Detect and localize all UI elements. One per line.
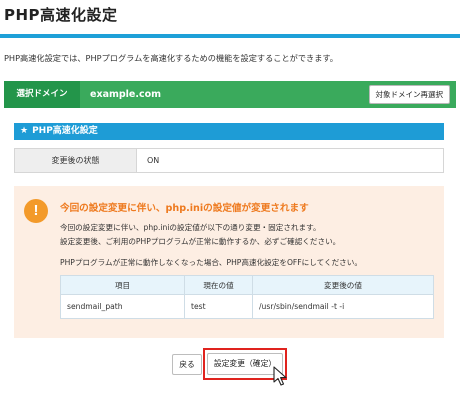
column-header-current: 現在の値 xyxy=(184,275,253,295)
domain-value: example.com xyxy=(90,89,162,100)
warning-text-line: 設定変更後、ご利用のPHPプログラムが正常に動作するか、必ずご確認ください。 xyxy=(60,237,341,246)
cell-new-value: /usr/sbin/sendmail -t -i xyxy=(252,294,434,319)
column-header-new: 変更後の値 xyxy=(252,275,434,295)
page-description: PHP高速化設定では、PHPプログラムを高速化するための機能を設定することができ… xyxy=(4,53,338,63)
mouse-pointer-icon xyxy=(273,366,287,386)
page-title: PHP高速化設定 xyxy=(4,6,118,24)
table-row: sendmail_path test /usr/sbin/sendmail -t… xyxy=(60,294,434,319)
status-label: 変更後の状態 xyxy=(15,149,137,172)
column-header-item: 項目 xyxy=(60,275,185,295)
domain-label: 選択ドメイン xyxy=(4,81,80,108)
cell-current-value: test xyxy=(184,294,253,319)
domain-bar: 選択ドメイン example.com 対象ドメイン再選択 xyxy=(4,81,456,108)
status-table: 変更後の状態 ON xyxy=(14,148,444,173)
ini-change-table: 項目 現在の値 変更後の値 sendmail_path test /usr/sb… xyxy=(60,275,434,319)
section-header: ★ PHP高速化設定 xyxy=(14,123,444,140)
warning-title: 今回の設定変更に伴い、php.iniの設定値が変更されます xyxy=(60,203,309,214)
back-button[interactable]: 戻る xyxy=(172,354,202,375)
warning-panel: ! 今回の設定変更に伴い、php.iniの設定値が変更されます 今回の設定変更に… xyxy=(14,186,444,338)
warning-text-line: 今回の設定変更に伴い、php.iniの設定値が以下の通り変更・固定されます。 xyxy=(60,223,321,232)
warning-icon: ! xyxy=(24,199,48,223)
reselect-domain-button[interactable]: 対象ドメイン再選択 xyxy=(368,85,450,104)
confirm-settings-button[interactable]: 設定変更（確定） xyxy=(207,353,283,375)
section-title: PHP高速化設定 xyxy=(32,126,98,136)
star-icon: ★ xyxy=(20,126,29,136)
cell-item: sendmail_path xyxy=(60,294,185,319)
table-header-row: 項目 現在の値 変更後の値 xyxy=(60,275,434,295)
warning-text-line: PHPプログラムが正常に動作しなくなった場合、PHP高速化設定をOFFにしてくだ… xyxy=(60,258,362,267)
status-value: ON xyxy=(147,156,160,165)
title-divider xyxy=(0,34,460,38)
